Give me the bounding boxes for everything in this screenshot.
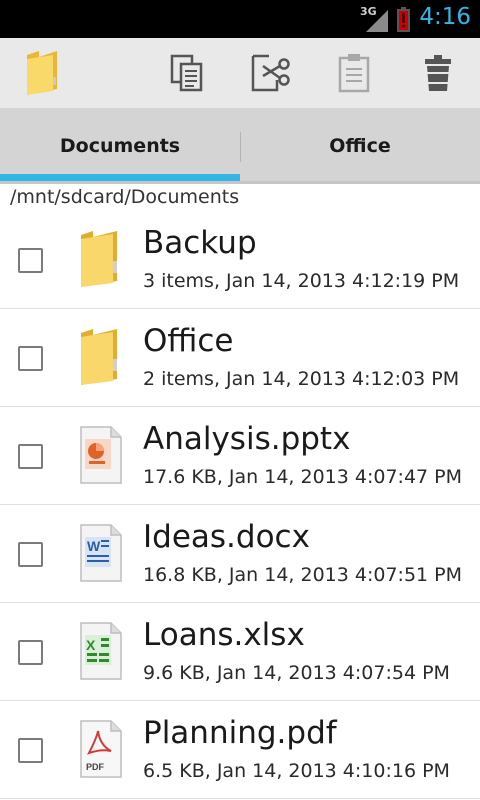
tab-documents[interactable]: Documents [0,108,240,184]
delete-icon [425,55,451,91]
folder-button[interactable] [8,38,78,108]
checkbox[interactable] [18,346,43,371]
file-row-backup[interactable]: Backup 3 items, Jan 14, 2013 4:12:19 PM [0,211,480,309]
folder-icon [81,329,117,385]
file-meta: 2 items, Jan 14, 2013 4:12:03 PM [143,368,460,390]
file-meta: 6.5 KB, Jan 14, 2013 4:10:16 PM [143,760,450,782]
file-meta: 16.8 KB, Jan 14, 2013 4:07:51 PM [143,564,463,586]
paste-button[interactable] [319,38,389,108]
checkbox[interactable] [18,444,43,469]
tab-underline [0,181,480,184]
checkbox[interactable] [18,248,43,273]
word-file-icon: W [80,524,122,582]
file-name: Analysis.pptx [143,421,351,457]
file-row-analysis[interactable]: Analysis.pptx 17.6 KB, Jan 14, 2013 4:07… [0,407,480,505]
copy-icon [170,54,203,92]
checkbox[interactable] [18,738,43,763]
file-name: Loans.xlsx [143,617,305,653]
cut-icon [251,54,290,92]
checkbox[interactable] [18,542,43,567]
file-meta: 9.6 KB, Jan 14, 2013 4:07:54 PM [143,662,450,684]
file-meta: 3 items, Jan 14, 2013 4:12:19 PM [143,270,460,292]
delete-button[interactable] [403,38,473,108]
tab-office[interactable]: Office [240,108,480,184]
file-name: Planning.pdf [143,715,337,751]
file-list: Backup 3 items, Jan 14, 2013 4:12:19 PM … [0,211,480,799]
tab-documents-label: Documents [59,135,181,157]
signal-icon [366,10,388,32]
file-name: Backup [143,225,257,261]
folder-icon [81,231,117,287]
tab-office-label: Office [329,135,391,157]
excel-file-icon: X [80,622,122,680]
powerpoint-file-icon [80,426,122,484]
file-row-office[interactable]: Office 2 items, Jan 14, 2013 4:12:03 PM [0,309,480,407]
cut-button[interactable] [236,38,306,108]
file-name: Office [143,323,234,359]
pdf-file-icon: PDF [80,720,122,778]
copy-button[interactable] [152,38,222,108]
folder-icon [27,51,57,95]
svg-text:X: X [86,637,96,653]
paste-icon [338,54,370,93]
file-row-planning[interactable]: PDF Planning.pdf 6.5 KB, Jan 14, 2013 4:… [0,701,480,799]
current-path: /mnt/sdcard/Documents [10,186,240,208]
checkbox[interactable] [18,640,43,665]
svg-text:W: W [87,538,101,554]
battery-alert-icon [397,7,410,32]
tab-bar: Documents Office [0,108,480,184]
status-bar: 3G 4:16 [0,0,480,38]
file-meta: 17.6 KB, Jan 14, 2013 4:07:47 PM [143,466,463,488]
pdf-badge: PDF [86,762,105,772]
file-row-loans[interactable]: X Loans.xlsx 9.6 KB, Jan 14, 2013 4:07:5… [0,603,480,701]
selected-tab-indicator [0,174,240,181]
clock: 4:16 [419,4,471,30]
file-name: Ideas.docx [143,519,310,555]
action-toolbar [0,38,480,108]
file-row-ideas[interactable]: W Ideas.docx 16.8 KB, Jan 14, 2013 4:07:… [0,505,480,603]
